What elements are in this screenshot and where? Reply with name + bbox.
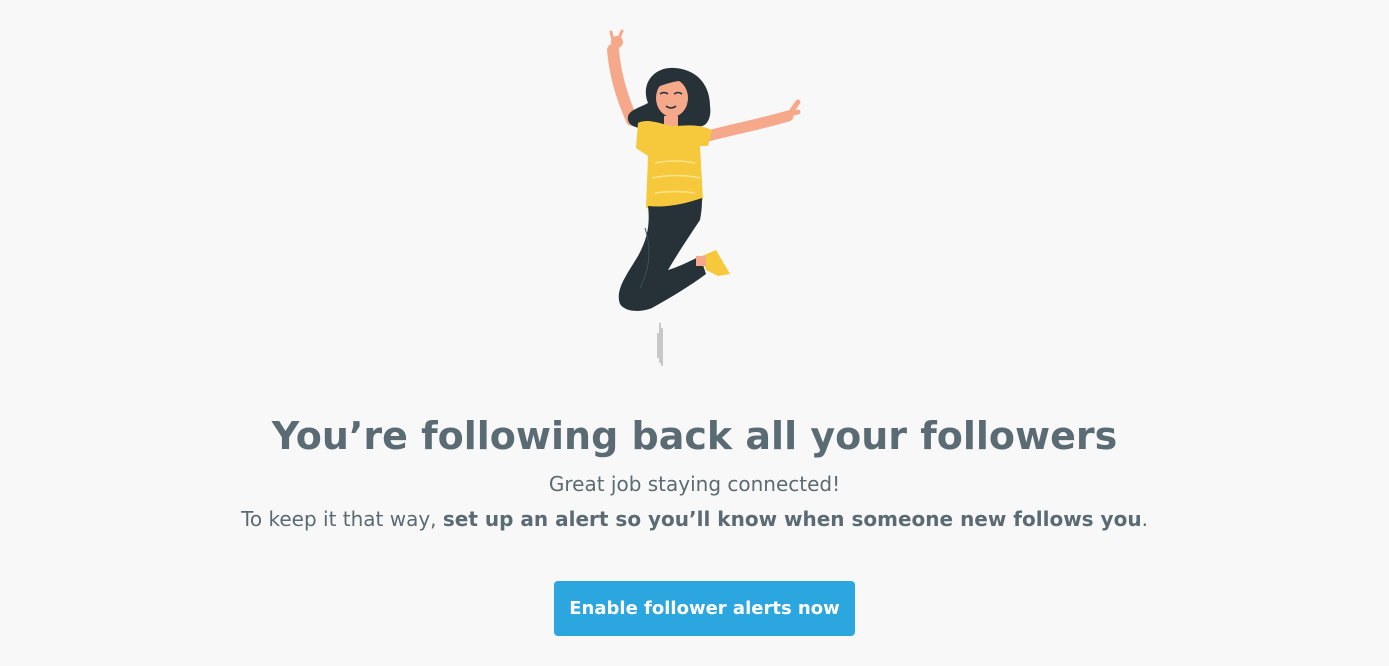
alert-description-highlight: set up an alert so you’ll know when some…	[442, 507, 1142, 531]
alert-description-suffix: .	[1141, 507, 1148, 531]
motion-lines-icon	[657, 323, 663, 366]
page-title: You’re following back all your followers	[271, 414, 1118, 458]
subtitle: Great job staying connected!	[548, 472, 841, 496]
alert-description: To keep it that way, set up an alert so …	[0, 505, 1389, 533]
alert-description-prefix: To keep it that way,	[241, 507, 443, 531]
jumping-woman-illustration	[560, 28, 820, 373]
enable-follower-alerts-button[interactable]: Enable follower alerts now	[554, 581, 855, 636]
